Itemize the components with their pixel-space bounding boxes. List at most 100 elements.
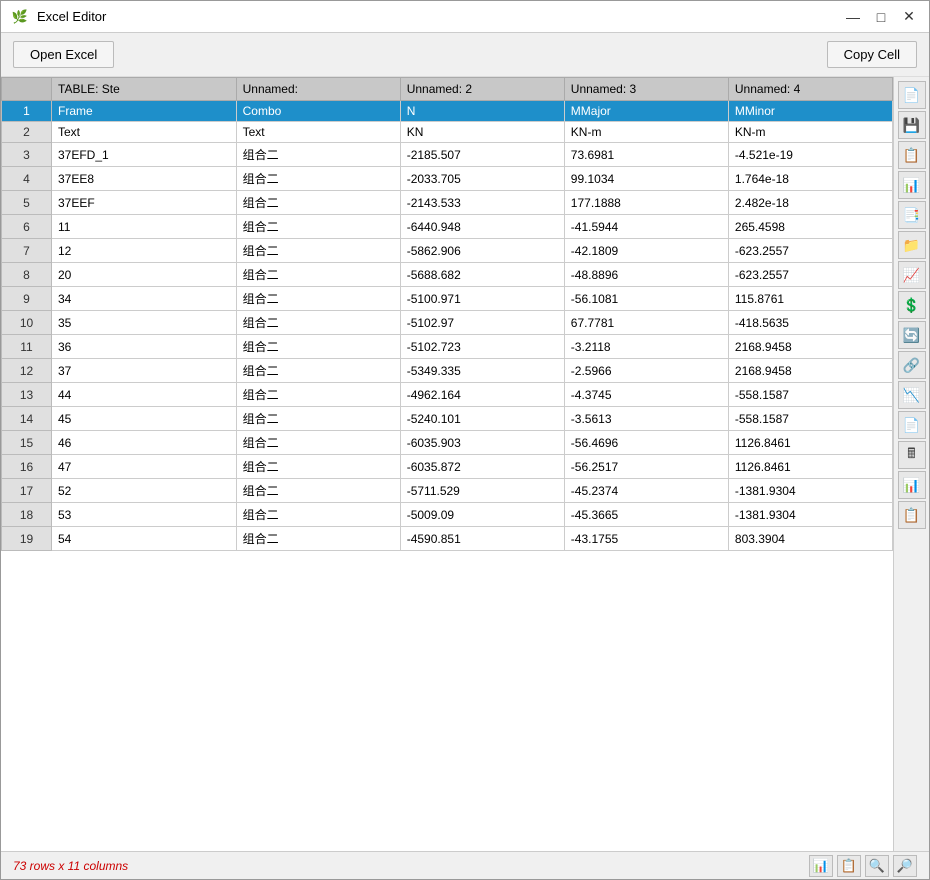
table-cell[interactable]: 组合二 xyxy=(236,455,400,479)
row-number-cell[interactable]: 10 xyxy=(2,311,52,335)
row-number-cell[interactable]: 13 xyxy=(2,383,52,407)
side-btn-10[interactable]: 🔗 xyxy=(898,351,926,379)
table-row[interactable]: 1445组合二-5240.101-3.5613-558.1587 xyxy=(2,407,893,431)
table-cell[interactable]: -45.3665 xyxy=(564,503,728,527)
table-cell[interactable]: -1381.9304 xyxy=(728,503,892,527)
table-cell[interactable]: 803.3904 xyxy=(728,527,892,551)
table-cell[interactable]: -5349.335 xyxy=(400,359,564,383)
table-cell[interactable]: Combo xyxy=(236,101,400,122)
table-cell[interactable]: 177.1888 xyxy=(564,191,728,215)
table-cell[interactable]: -5100.971 xyxy=(400,287,564,311)
table-cell[interactable]: Text xyxy=(52,122,237,143)
table-cell[interactable]: 组合二 xyxy=(236,143,400,167)
table-cell[interactable]: -3.2118 xyxy=(564,335,728,359)
table-cell[interactable]: -2143.533 xyxy=(400,191,564,215)
status-icon-search[interactable]: 🔍 xyxy=(865,855,889,877)
table-cell[interactable]: KN xyxy=(400,122,564,143)
table-cell[interactable]: -1381.9304 xyxy=(728,479,892,503)
table-row[interactable]: 1035组合二-5102.9767.7781-418.5635 xyxy=(2,311,893,335)
table-cell[interactable]: 1126.8461 xyxy=(728,455,892,479)
table-cell[interactable]: 35 xyxy=(52,311,237,335)
table-cell[interactable]: 67.7781 xyxy=(564,311,728,335)
table-cell[interactable]: 组合二 xyxy=(236,215,400,239)
table-cell[interactable]: -558.1587 xyxy=(728,383,892,407)
side-btn-8[interactable]: 💲 xyxy=(898,291,926,319)
side-btn-7[interactable]: 📈 xyxy=(898,261,926,289)
row-number-cell[interactable]: 15 xyxy=(2,431,52,455)
side-btn-2[interactable]: 💾 xyxy=(898,111,926,139)
row-number-cell[interactable]: 5 xyxy=(2,191,52,215)
table-row[interactable]: 1546组合二-6035.903-56.46961126.8461 xyxy=(2,431,893,455)
table-cell[interactable]: -5102.97 xyxy=(400,311,564,335)
table-cell[interactable]: 组合二 xyxy=(236,359,400,383)
row-number-cell[interactable]: 9 xyxy=(2,287,52,311)
table-cell[interactable]: 2168.9458 xyxy=(728,335,892,359)
table-cell[interactable]: 53 xyxy=(52,503,237,527)
table-row[interactable]: 1136组合二-5102.723-3.21182168.9458 xyxy=(2,335,893,359)
table-cell[interactable]: Frame xyxy=(52,101,237,122)
table-row[interactable]: 1647组合二-6035.872-56.25171126.8461 xyxy=(2,455,893,479)
table-cell[interactable]: -41.5944 xyxy=(564,215,728,239)
row-number-cell[interactable]: 14 xyxy=(2,407,52,431)
table-cell[interactable]: -418.5635 xyxy=(728,311,892,335)
table-cell[interactable]: -4590.851 xyxy=(400,527,564,551)
table-cell[interactable]: 47 xyxy=(52,455,237,479)
table-cell[interactable]: -5240.101 xyxy=(400,407,564,431)
table-row[interactable]: 1853组合二-5009.09-45.3665-1381.9304 xyxy=(2,503,893,527)
table-cell[interactable]: N xyxy=(400,101,564,122)
table-cell[interactable]: -56.2517 xyxy=(564,455,728,479)
table-cell[interactable]: Text xyxy=(236,122,400,143)
table-cell[interactable]: 37EE8 xyxy=(52,167,237,191)
table-cell[interactable]: 1126.8461 xyxy=(728,431,892,455)
table-cell[interactable]: 52 xyxy=(52,479,237,503)
row-number-cell[interactable]: 2 xyxy=(2,122,52,143)
table-cell[interactable]: 组合二 xyxy=(236,503,400,527)
table-cell[interactable]: 54 xyxy=(52,527,237,551)
side-btn-13[interactable]: 🖩 xyxy=(898,441,926,469)
table-cell[interactable]: -5711.529 xyxy=(400,479,564,503)
table-cell[interactable]: -5102.723 xyxy=(400,335,564,359)
table-cell[interactable]: 37EEF xyxy=(52,191,237,215)
row-number-cell[interactable]: 8 xyxy=(2,263,52,287)
table-cell[interactable]: -56.1081 xyxy=(564,287,728,311)
side-btn-6[interactable]: 📁 xyxy=(898,231,926,259)
table-cell[interactable]: -2.5966 xyxy=(564,359,728,383)
table-cell[interactable]: 组合二 xyxy=(236,383,400,407)
side-btn-12[interactable]: 📄 xyxy=(898,411,926,439)
status-icon-zoom[interactable]: 🔎 xyxy=(893,855,917,877)
maximize-button[interactable]: □ xyxy=(871,7,891,27)
table-cell[interactable]: MMajor xyxy=(564,101,728,122)
row-number-cell[interactable]: 18 xyxy=(2,503,52,527)
copy-cell-button[interactable]: Copy Cell xyxy=(827,41,917,68)
open-excel-button[interactable]: Open Excel xyxy=(13,41,114,68)
table-cell[interactable]: 36 xyxy=(52,335,237,359)
table-cell[interactable]: 73.6981 xyxy=(564,143,728,167)
table-cell[interactable]: -2033.705 xyxy=(400,167,564,191)
table-cell[interactable]: -558.1587 xyxy=(728,407,892,431)
table-row[interactable]: 1237组合二-5349.335-2.59662168.9458 xyxy=(2,359,893,383)
table-cell[interactable]: -43.1755 xyxy=(564,527,728,551)
side-btn-14[interactable]: 📊 xyxy=(898,471,926,499)
table-cell[interactable]: 45 xyxy=(52,407,237,431)
table-cell[interactable]: 1.764e-18 xyxy=(728,167,892,191)
table-cell[interactable]: -4962.164 xyxy=(400,383,564,407)
table-cell[interactable]: -48.8896 xyxy=(564,263,728,287)
side-btn-15[interactable]: 📋 xyxy=(898,501,926,529)
status-icon-copy[interactable]: 📋 xyxy=(837,855,861,877)
table-cell[interactable]: -3.5613 xyxy=(564,407,728,431)
row-number-cell[interactable]: 11 xyxy=(2,335,52,359)
close-button[interactable]: ✕ xyxy=(899,7,919,27)
table-cell[interactable]: 组合二 xyxy=(236,527,400,551)
table-cell[interactable]: 组合二 xyxy=(236,239,400,263)
table-cell[interactable]: 组合二 xyxy=(236,311,400,335)
row-number-cell[interactable]: 1 xyxy=(2,101,52,122)
table-cell[interactable]: -5009.09 xyxy=(400,503,564,527)
table-cell[interactable]: 组合二 xyxy=(236,167,400,191)
row-number-cell[interactable]: 7 xyxy=(2,239,52,263)
table-cell[interactable]: -4.3745 xyxy=(564,383,728,407)
row-number-cell[interactable]: 16 xyxy=(2,455,52,479)
table-row[interactable]: 2TextTextKNKN-mKN-m xyxy=(2,122,893,143)
table-cell[interactable]: -5862.906 xyxy=(400,239,564,263)
table-cell[interactable]: 44 xyxy=(52,383,237,407)
table-cell[interactable]: 组合二 xyxy=(236,335,400,359)
